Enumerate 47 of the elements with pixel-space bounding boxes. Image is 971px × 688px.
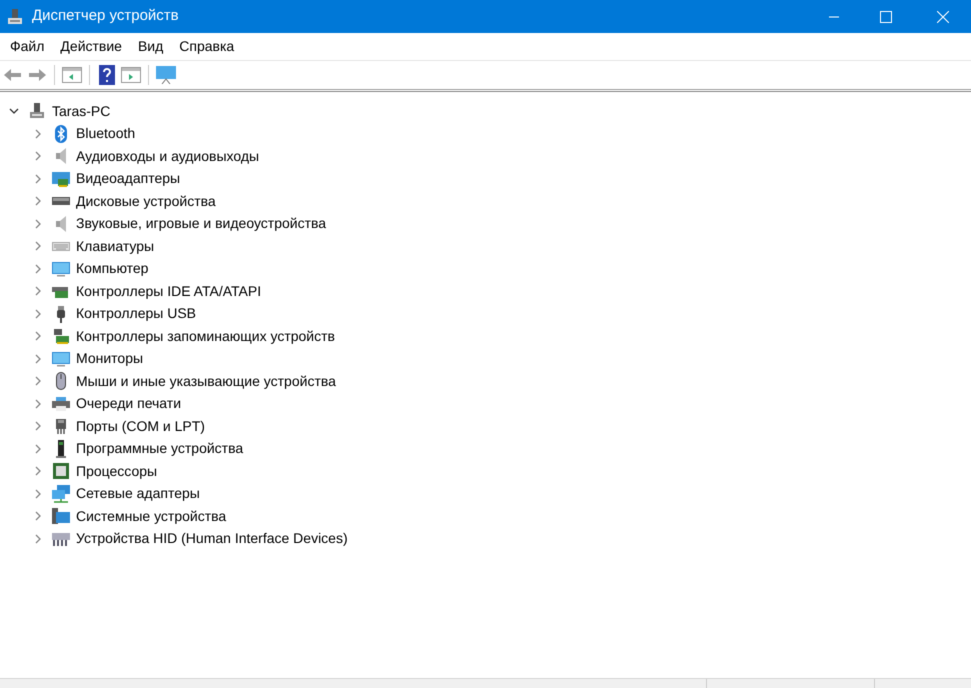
forward-arrow-icon [28,68,46,82]
window-title: Диспетчер устройств [32,6,179,26]
system-device-icon [52,507,70,526]
tree-item[interactable]: Taras-PC [52,100,110,122]
disk-drive-icon [52,197,70,206]
network-icon [52,484,70,503]
tree-item[interactable]: Контроллеры запоминающих устройств [76,326,335,347]
back-arrow-icon [4,68,22,82]
tree-item[interactable]: Звуковые, игровые и видеоустройства [76,213,326,234]
close-icon [937,10,949,22]
tree-item[interactable]: Аудиовходы и аудиовыходы [76,146,260,167]
computer-icon [28,102,46,120]
tree-item[interactable]: Системные устройства [76,506,226,527]
tree-item[interactable]: Сетевые адаптеры [76,483,200,504]
tree-item[interactable]: Контроллеры USB [76,303,196,324]
help-icon [99,65,115,85]
tree-item[interactable]: Очереди печати [76,393,182,414]
show-hide-tree-button[interactable] [61,64,83,86]
printer-icon [52,394,70,413]
storage-controller-icon [52,327,70,346]
help-button[interactable] [96,64,118,86]
tree-item[interactable]: Видеоадаптеры [76,168,180,190]
monitor-icon [52,260,70,278]
maximize-icon [880,10,892,22]
tree-item[interactable]: Bluetooth [76,123,136,144]
tree-item[interactable]: Устройства HID (Human Interface Devices) [76,528,348,550]
monitor-icon [52,350,70,368]
menu-item[interactable]: Вид [130,36,172,57]
panel-icon [121,67,141,83]
tree-item[interactable]: Мыши и иные указывающие устройства [76,370,336,392]
tree-item[interactable]: Мониторы [76,348,144,370]
display-adapter-icon [52,170,70,188]
panel-icon [62,67,82,83]
tree-item[interactable]: Процессоры [76,460,158,482]
bluetooth-icon [52,124,70,143]
menu-item[interactable]: Файл [2,36,52,57]
tree-item[interactable]: Компьютер [76,258,148,280]
tree-item[interactable]: Порты (COM и LPT) [76,416,205,437]
scan-hardware-button[interactable] [155,64,177,86]
processor-icon [52,462,70,480]
tree-item[interactable]: Контроллеры IDE ATA/ATAPI [76,280,262,302]
menu-item[interactable]: Действие [52,36,130,57]
tree-item[interactable]: Программные устройства [76,438,244,460]
tree-item[interactable]: Клавиатуры [76,236,154,257]
device-manager-icon [6,8,24,26]
tree-item[interactable]: Дисковые устройства [76,190,216,212]
menu-item[interactable]: Справка [171,36,242,57]
